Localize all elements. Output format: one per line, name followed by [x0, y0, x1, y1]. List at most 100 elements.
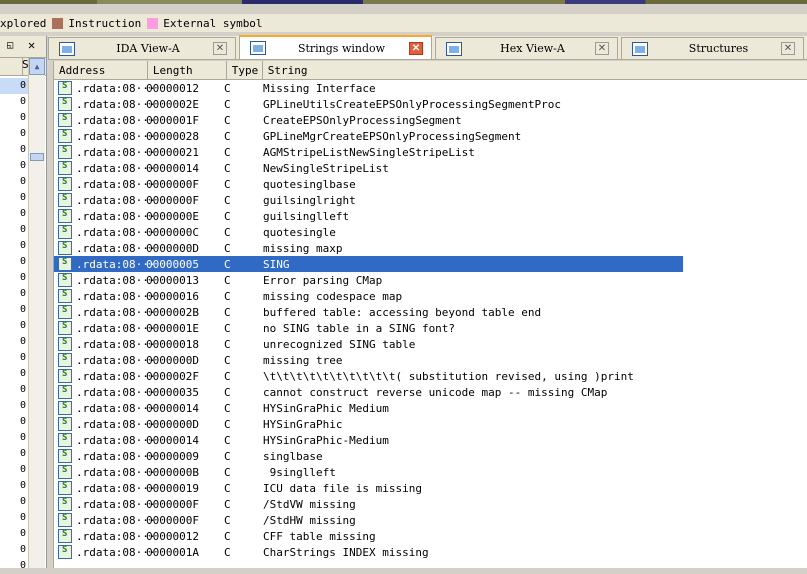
scroll-up-icon[interactable]: ▲ [29, 58, 45, 75]
function-list-item[interactable]: 0: [0, 94, 28, 110]
function-list-item[interactable]: 0: [0, 334, 28, 350]
table-row[interactable]: .rdata:08···0000000B C 9singlleft [54, 464, 807, 480]
function-list-item[interactable]: 0: [0, 542, 28, 558]
table-row[interactable]: .rdata:08···00000018 Cunrecognized SING t… [54, 336, 807, 352]
close-tab-icon[interactable]: ✕ [781, 42, 795, 55]
cell-string: guilsinglleft [263, 209, 350, 223]
string-icon [58, 145, 72, 159]
cell-address: .rdata:08··· [76, 161, 156, 175]
navigation-band[interactable] [0, 0, 807, 4]
cell-address: .rdata:08··· [76, 177, 156, 191]
table-row[interactable]: .rdata:08···0000001A C CharStrings INDEX m… [54, 544, 807, 560]
function-list-item[interactable]: 0: [0, 462, 28, 478]
function-list-item[interactable]: 0: [0, 430, 28, 446]
table-row[interactable]: .rdata:08···00000014 C NewSingleStripeList [54, 160, 807, 176]
function-list-item[interactable]: 0: [0, 254, 28, 270]
function-list-item[interactable]: 0: [0, 206, 28, 222]
function-list-item[interactable]: 0: [0, 126, 28, 142]
cell-type: C [224, 401, 231, 415]
cell-length: 0000000D [146, 241, 199, 255]
table-row[interactable]: .rdata:08···0000002B Cbuffered table: acc… [54, 304, 807, 320]
close-icon[interactable]: ✕ [28, 38, 35, 52]
legend-item-instruction: Instruction [68, 16, 142, 30]
table-row[interactable]: .rdata:08···0000000F C/StdHW missing [54, 512, 807, 528]
function-list-item[interactable]: 0: [0, 190, 28, 206]
function-list-item[interactable]: 0: [0, 78, 28, 94]
tab-hex-view-a[interactable]: Hex View-A ✕ [435, 37, 618, 59]
table-row[interactable]: .rdata:08···0000001F C CreateEPSOnlyProces… [54, 112, 807, 128]
legend-item-external-symbol: External symbol [163, 16, 263, 30]
table-row[interactable]: .rdata:08···00000019 C ICU data file is mi… [54, 480, 807, 496]
table-row[interactable]: .rdata:08···0000000D Cmissing maxp [54, 240, 807, 256]
cell-type: C [224, 257, 231, 271]
table-row[interactable]: .rdata:08···00000009 Csinglbase [54, 448, 807, 464]
cell-string: ICU data file is missing [263, 481, 422, 495]
table-row[interactable]: .rdata:08···0000002E C GPLineUtilsCreateEP… [54, 96, 807, 112]
function-list-item[interactable]: 0: [0, 446, 28, 462]
column-header-type[interactable]: Type [227, 61, 263, 79]
function-list-item[interactable]: 0: [0, 222, 28, 238]
table-row[interactable]: .rdata:08···0000000F Cguilsinglright [54, 192, 807, 208]
function-list-item[interactable]: 0: [0, 558, 28, 574]
function-list-item[interactable]: 0: [0, 414, 28, 430]
cell-address: .rdata:08··· [76, 113, 156, 127]
column-header-length[interactable]: Length [148, 61, 227, 79]
table-row[interactable]: .rdata:08···00000014 C HYSinGraPhic Medium [54, 400, 807, 416]
table-row[interactable]: .rdata:08···0000000D C HYSinGraPhic [54, 416, 807, 432]
table-row[interactable]: .rdata:08···00000028 C GPLineMgrCreateEPSO… [54, 128, 807, 144]
table-row[interactable]: .rdata:08···00000005 C SING [54, 256, 683, 272]
function-list-item[interactable]: 0: [0, 302, 28, 318]
column-header-address[interactable]: Address [54, 61, 148, 79]
cell-length: 00000035 [146, 385, 199, 399]
float-window-icon[interactable]: ◱ [7, 40, 13, 51]
close-tab-icon[interactable]: ✕ [213, 42, 227, 55]
cell-address: .rdata:08··· [76, 385, 156, 399]
cell-string: quotesinglbase [263, 177, 356, 191]
table-row[interactable]: .rdata:08···0000000D Cmissing tree [54, 352, 807, 368]
function-list-item[interactable]: 0: [0, 398, 28, 414]
function-list-item[interactable]: 0: [0, 286, 28, 302]
table-row[interactable]: .rdata:08···0000002F C \t\t\t\t\t\t\t\t\t\… [54, 368, 807, 384]
table-row[interactable]: .rdata:08···0000000C Cquotesingle [54, 224, 807, 240]
cell-string: CFF table missing [263, 529, 376, 543]
table-row[interactable]: .rdata:08···00000021 C AGMStripeListNewSin… [54, 144, 807, 160]
table-row[interactable]: .rdata:08···00000035 Ccannot construct re… [54, 384, 807, 400]
table-row[interactable]: .rdata:08···00000012 C CFF table missing [54, 528, 807, 544]
function-list-item[interactable]: 0: [0, 510, 28, 526]
cell-string: NewSingleStripeList [263, 161, 389, 175]
function-list-item[interactable]: 0: [0, 526, 28, 542]
function-list-item[interactable]: 0: [0, 494, 28, 510]
function-list-item[interactable]: 0: [0, 382, 28, 398]
function-list-item[interactable]: 0: [0, 350, 28, 366]
function-list-item[interactable]: 0: [0, 478, 28, 494]
column-header-segment[interactable]: S [0, 58, 29, 75]
function-list-item[interactable]: 0: [0, 238, 28, 254]
cell-address: .rdata:08··· [76, 433, 156, 447]
table-row[interactable]: .rdata:08···00000013 C Error parsing CMap [54, 272, 807, 288]
table-row[interactable]: .rdata:08···00000012 C Missing Interface [54, 80, 807, 96]
table-row[interactable]: .rdata:08···0000000F Cquotesinglbase [54, 176, 807, 192]
column-header-string[interactable]: String [263, 61, 807, 79]
functions-scrollbar[interactable]: ▲ [28, 58, 45, 568]
function-list-item[interactable]: 0: [0, 158, 28, 174]
table-row[interactable]: .rdata:08···00000014 C HYSinGraPhic-Medium [54, 432, 807, 448]
close-tab-icon[interactable]: ✕ [409, 41, 423, 55]
cell-address: .rdata:08··· [76, 257, 156, 271]
tab-structures[interactable]: Structures ✕ [621, 37, 804, 59]
tab-strings-window[interactable]: Strings window ✕ [239, 35, 432, 59]
functions-list[interactable]: 0:0:0:0:0:0:0:0:0:0:0:0:0:0:0:0:0:0:0:0:… [0, 78, 28, 574]
function-list-item[interactable]: 0: [0, 270, 28, 286]
cell-type: C [224, 241, 231, 255]
table-row[interactable]: .rdata:08···0000000F C/StdVW missing [54, 496, 807, 512]
function-list-item[interactable]: 0: [0, 110, 28, 126]
function-list-item[interactable]: 0: [0, 142, 28, 158]
function-list-item[interactable]: 0: [0, 318, 28, 334]
table-row[interactable]: .rdata:08···0000000E Cguilsinglleft [54, 208, 807, 224]
tab-ida-view-a[interactable]: IDA View-A ✕ [48, 37, 236, 59]
function-list-item[interactable]: 0: [0, 174, 28, 190]
scrollbar-thumb[interactable] [30, 153, 44, 161]
table-row[interactable]: .rdata:08···00000016 Cmissing codespace m… [54, 288, 807, 304]
close-tab-icon[interactable]: ✕ [595, 42, 609, 55]
table-row[interactable]: .rdata:08···0000001E Cno SING table in a … [54, 320, 807, 336]
function-list-item[interactable]: 0: [0, 366, 28, 382]
